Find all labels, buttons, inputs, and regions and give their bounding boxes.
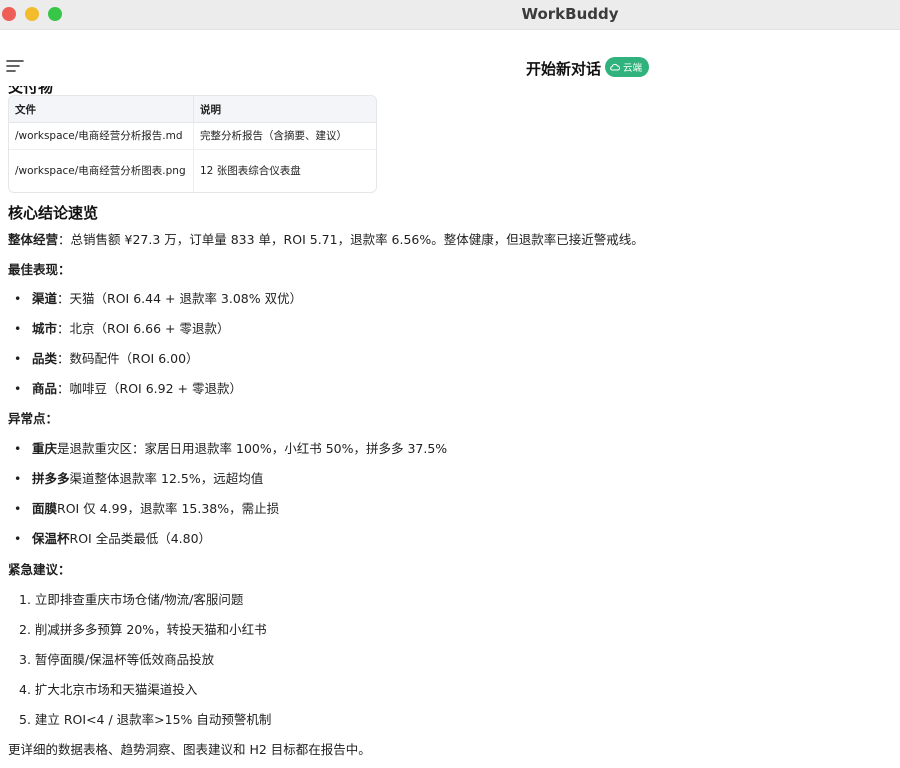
list-item: • 城市：北京（ROI 6.66 + 零退款） <box>14 321 230 336</box>
list-item: 5. 建立 ROI<4 / 退款率>15% 自动预警机制 <box>19 712 272 727</box>
cloud-badge: 云端 <box>605 57 650 77</box>
list-item: • 重庆是退款重灾区：家居日用退款率 100%，小红书 50%，拼多多 37.5% <box>14 441 448 456</box>
cloud-icon <box>610 63 620 71</box>
file-path-cell: /workspace/电商经营分析报告.md <box>9 123 194 150</box>
anomaly-heading: 异常点： <box>8 411 59 426</box>
list-item: 1. 立即排查重庆市场仓储/物流/客服问题 <box>19 592 244 607</box>
chat-message-content: 交付物 文件 说明 /workspace/电商经营分析报告.md 完整分析报告（… <box>0 86 900 768</box>
footer-note: 更详细的数据表格、趋势洞察、图表建议和 H2 目标都在报告中。 <box>8 742 371 757</box>
chat-title: 开始新对话 <box>526 60 602 78</box>
list-item: • 拼多多渠道整体退款率 12.5%，远超均值 <box>14 471 264 486</box>
urgent-heading: 紧急建议： <box>8 562 71 577</box>
file-desc-cell: 12 张图表综合仪表盘 <box>200 164 301 177</box>
table-row: /workspace/电商经营分析图表.png 12 张图表综合仪表盘 <box>9 150 376 192</box>
list-item: • 渠道：天猫（ROI 6.44 + 退款率 3.08% 双优） <box>14 291 303 306</box>
summary-heading: 核心结论速览 <box>8 204 99 222</box>
window-titlebar: WorkBuddy <box>0 0 900 30</box>
app-title: WorkBuddy <box>521 5 619 23</box>
table-row: /workspace/电商经营分析报告.md 完整分析报告（含摘要、建议） <box>9 123 376 150</box>
overall-label: 整体经营 <box>8 232 59 247</box>
overall-paragraph: 整体经营：总销售额 ¥27.3 万，订单量 833 单，ROI 5.71，退款率… <box>8 231 644 249</box>
table-header-file: 文件 <box>9 96 194 123</box>
table-header-desc: 说明 <box>194 96 376 123</box>
list-item: 4. 扩大北京市场和天猫渠道投入 <box>19 682 198 697</box>
list-item: 2. 削减拼多多预算 20%，转投天猫和小红书 <box>19 622 267 637</box>
list-item: • 品类：数码配件（ROI 6.00） <box>14 351 199 366</box>
list-item: 3. 暂停面膜/保温杯等低效商品投放 <box>19 652 215 667</box>
overall-text: ：总销售额 ¥27.3 万，订单量 833 单，ROI 5.71，退款率 6.5… <box>58 232 644 247</box>
file-path-cell: /workspace/电商经营分析图表.png <box>9 150 194 192</box>
list-item: • 面膜ROI 仅 4.99，退款率 15.38%，需止损 <box>14 501 280 516</box>
menu-icon[interactable] <box>6 59 24 73</box>
cloud-badge-label: 云端 <box>623 63 643 74</box>
file-desc-cell: 完整分析报告（含摘要、建议） <box>194 123 376 150</box>
chat-header: 开始新对话 云端 <box>0 30 900 86</box>
artifacts-table: 文件 说明 /workspace/电商经营分析报告.md 完整分析报告（含摘要、… <box>8 95 377 193</box>
best-heading: 最佳表现： <box>8 262 71 277</box>
list-item: • 保温杯ROI 全品类最低（4.80） <box>14 531 212 546</box>
list-item: • 商品：咖啡豆（ROI 6.92 + 零退款） <box>14 381 242 396</box>
